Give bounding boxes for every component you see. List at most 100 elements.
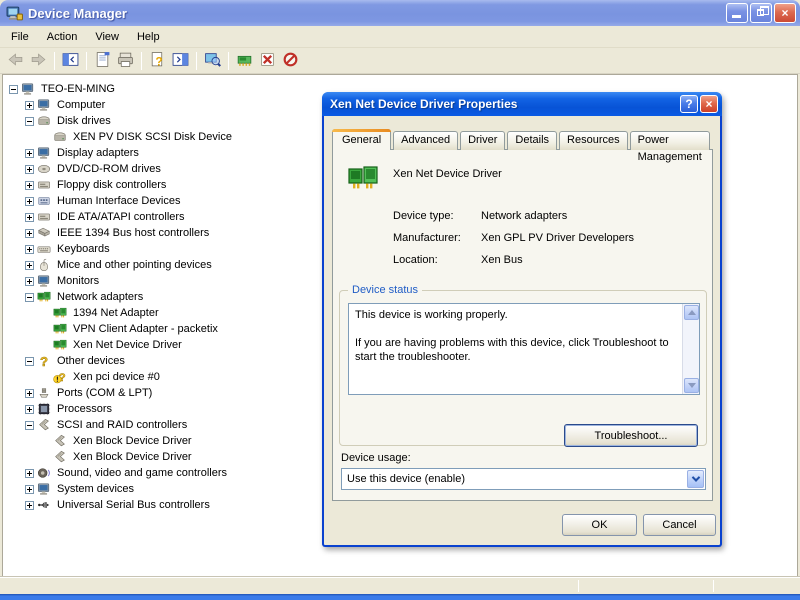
tree-toggle-plus[interactable] [23,197,36,206]
tab-power-management[interactable]: Power Management [630,131,710,150]
scan-for-hardware-changes-button[interactable] [201,50,224,72]
uninstall-button[interactable] [256,50,279,72]
expand-icon[interactable] [25,197,34,206]
dropdown-arrow-button[interactable] [687,470,704,488]
close-icon: × [705,97,712,111]
dialog-close-button[interactable]: × [700,95,718,113]
expand-icon[interactable] [25,101,34,110]
disable-button[interactable] [279,50,302,72]
show-hide-console-tree-button[interactable] [59,50,82,72]
tree-toggle-plus[interactable] [23,101,36,110]
update-driver-button[interactable] [233,50,256,72]
expand-icon[interactable] [25,213,34,222]
back-icon [7,51,24,71]
device-name: Xen Net Device Driver [393,168,502,180]
help-button[interactable]: ? [146,50,169,72]
usb-icon [36,498,52,513]
collapse-icon[interactable] [9,85,18,94]
expand-icon[interactable] [25,181,34,190]
forward-button[interactable] [27,50,50,72]
scroll-up-button[interactable] [684,305,699,320]
expand-icon[interactable] [25,229,34,238]
keyboard-icon [36,242,52,257]
cancel-button[interactable]: Cancel [643,514,716,536]
expand-icon[interactable] [25,485,34,494]
tab-resources[interactable]: Resources [559,131,628,150]
tree-toggle-plus[interactable] [23,277,36,286]
dialog-help-button[interactable]: ? [680,95,698,113]
print-button[interactable] [114,50,137,72]
cdrom-icon [36,162,52,177]
collapse-icon[interactable] [25,421,34,430]
troubleshoot-button[interactable]: Troubleshoot... [564,424,698,447]
tree-toggle-minus[interactable] [23,117,36,126]
back-button[interactable] [4,50,27,72]
toolbar: ? [0,48,800,74]
network-icon [52,306,68,321]
collapse-icon[interactable] [25,293,34,302]
dialog-tabs: GeneralAdvancedDriverDetailsResourcesPow… [332,129,712,150]
tree-item-label: System devices [55,483,136,495]
menu-action[interactable]: Action [38,28,87,46]
device-usage-dropdown[interactable]: Use this device (enable) [341,468,706,490]
toolbar-separator [196,52,197,70]
tree-toggle-plus[interactable] [23,389,36,398]
restore-button[interactable] [750,3,772,23]
tree-item-label: Disk drives [55,115,113,127]
tree-toggle-plus[interactable] [23,261,36,270]
property-label: Location: [393,254,481,266]
ok-button[interactable]: OK [562,514,637,536]
tree-toggle-plus[interactable] [23,213,36,222]
close-button[interactable]: × [774,3,796,23]
tree-toggle-plus[interactable] [23,485,36,494]
show-hide-action-pane-button[interactable] [169,50,192,72]
tree-toggle-minus[interactable] [23,293,36,302]
tree-toggle-plus[interactable] [23,149,36,158]
expand-icon[interactable] [25,165,34,174]
tab-advanced[interactable]: Advanced [393,131,458,150]
tree-toggle-plus[interactable] [23,181,36,190]
tab-details[interactable]: Details [507,131,557,150]
tree-toggle-plus[interactable] [23,229,36,238]
expand-icon[interactable] [25,469,34,478]
expand-icon[interactable] [25,149,34,158]
properties-button[interactable] [91,50,114,72]
tree-item-label: Universal Serial Bus controllers [55,499,212,511]
dialog-titlebar: Xen Net Device Driver Properties ? × [322,92,722,116]
expand-icon[interactable] [25,501,34,510]
expand-icon[interactable] [25,245,34,254]
tab-driver[interactable]: Driver [460,131,505,150]
property-value: Xen Bus [481,254,523,266]
expand-icon[interactable] [25,405,34,414]
tree-toggle-minus[interactable] [23,421,36,430]
scrollbar[interactable] [682,304,699,394]
computer-icon [36,274,52,289]
tree-toggle-minus[interactable] [7,85,20,94]
expand-icon[interactable] [25,277,34,286]
tree-toggle-plus[interactable] [23,469,36,478]
tree-toggle-plus[interactable] [23,405,36,414]
menu-help[interactable]: Help [128,28,169,46]
tree-item-label: Display adapters [55,147,141,159]
arrow-up-icon [688,310,696,315]
menu-view[interactable]: View [86,28,128,46]
expand-icon[interactable] [25,261,34,270]
tree-toggle-plus[interactable] [23,165,36,174]
property-label: Manufacturer: [393,232,481,244]
collapse-icon[interactable] [25,357,34,366]
menu-file[interactable]: File [2,28,38,46]
minimize-button[interactable] [726,3,748,23]
tab-general[interactable]: General [332,129,391,150]
device-usage-label: Device usage: [341,452,411,464]
tree-toggle-minus[interactable] [23,357,36,366]
collapse-icon[interactable] [25,117,34,126]
scroll-down-button[interactable] [684,378,699,393]
property-row: Device type:Network adapters [393,210,567,222]
tree-toggle-plus[interactable] [23,245,36,254]
window-title: Device Manager [28,6,726,21]
update-driver-icon [236,51,253,71]
expand-icon[interactable] [25,389,34,398]
tree-toggle-plus[interactable] [23,501,36,510]
tree-item-label: Xen pci device #0 [71,371,162,383]
network-adapter-icon [347,162,379,194]
